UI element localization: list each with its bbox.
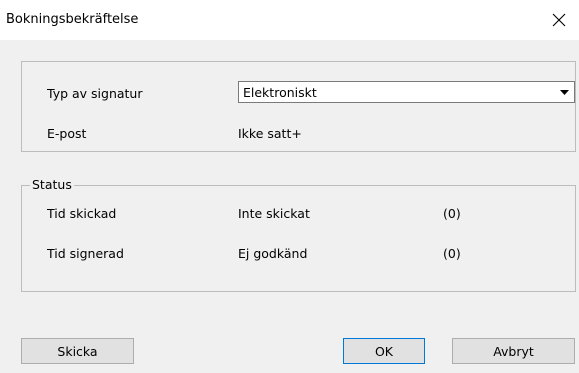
email-value: Ikke satt+: [238, 126, 302, 141]
signature-type-select[interactable]: Elektroniskt: [238, 81, 575, 103]
time-signed-label: Tid signerad: [47, 246, 124, 261]
time-sent-label: Tid skickad: [47, 206, 117, 221]
time-signed-value: Ej godkänd: [238, 246, 308, 261]
cancel-button[interactable]: Avbryt: [452, 338, 575, 364]
close-button[interactable]: [539, 0, 579, 40]
ok-button[interactable]: OK: [343, 338, 425, 364]
status-group: Status: [21, 177, 576, 292]
time-sent-value: Inte skickat: [238, 206, 310, 221]
title-bar: Bokningsbekräftelse: [0, 0, 579, 40]
signature-type-label: Typ av signatur: [47, 86, 143, 101]
time-signed-count: (0): [443, 246, 461, 261]
email-label: E-post: [47, 126, 87, 141]
close-icon: [552, 13, 566, 27]
signature-type-value: Elektroniskt: [243, 85, 317, 100]
send-button[interactable]: Skicka: [21, 338, 134, 364]
chevron-down-icon[interactable]: [556, 83, 573, 101]
status-legend: Status: [30, 177, 74, 192]
window-title: Bokningsbekräftelse: [6, 12, 139, 27]
time-sent-count: (0): [443, 206, 461, 221]
